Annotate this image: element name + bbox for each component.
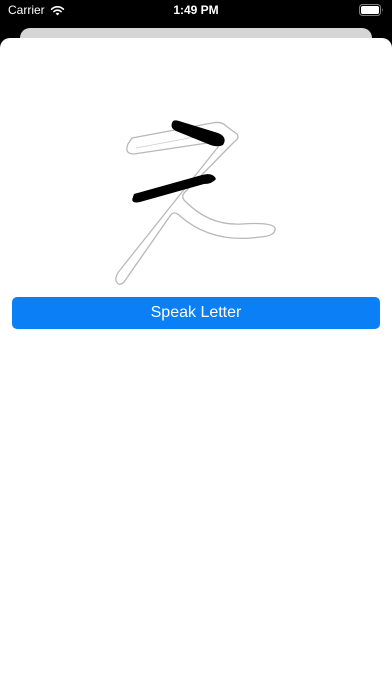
status-time: 1:49 PM	[173, 3, 219, 17]
speak-letter-button[interactable]: Speak Letter	[12, 297, 380, 329]
status-bar: Carrier 1:49 PM	[0, 0, 392, 22]
battery-icon	[359, 4, 384, 16]
letter-sheet: Speak Letter	[0, 38, 392, 696]
status-right	[359, 4, 384, 16]
letter-stroke-image	[100, 76, 290, 298]
